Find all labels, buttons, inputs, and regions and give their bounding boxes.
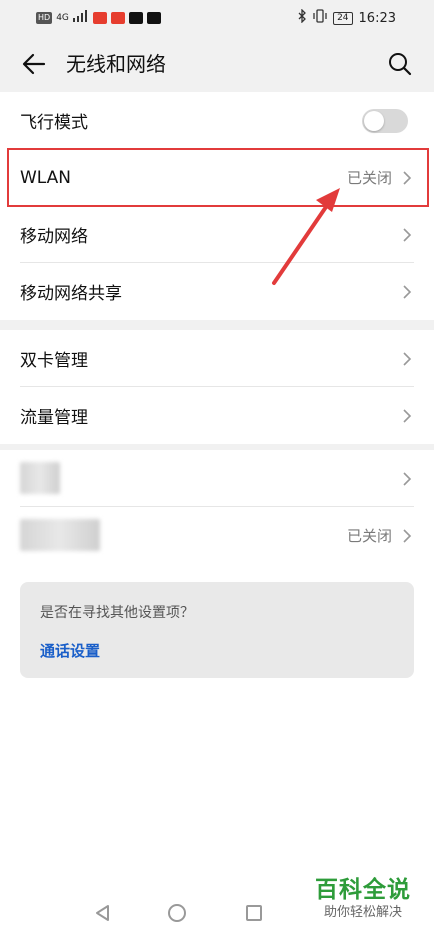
settings-group-other: 已关闭: [0, 450, 434, 938]
settings-group-network: 飞行模式 WLAN 已关闭 移动网络 移动网络共享: [0, 92, 434, 320]
data-usage-row[interactable]: 流量管理: [0, 387, 434, 444]
airplane-mode-label: 飞行模式: [20, 113, 88, 133]
chevron-right-icon: [403, 170, 412, 185]
suggestion-question: 是否在寻找其他设置项？: [40, 605, 194, 621]
tiktok-icon-2: [146, 12, 161, 24]
page-title: 无线和网络: [66, 52, 166, 76]
back-arrow-icon[interactable]: [20, 50, 48, 78]
dual-sim-label: 双卡管理: [20, 351, 88, 371]
mobile-network-row[interactable]: 移动网络: [0, 206, 434, 263]
settings-group-sim: 双卡管理 流量管理: [0, 330, 434, 444]
toggle-knob: [364, 110, 384, 131]
blurred-label: [20, 519, 100, 551]
app-header: 无线和网络: [0, 36, 434, 92]
network-type: 4G: [56, 13, 69, 23]
status-bar: HD 4G 24 16:23: [0, 0, 434, 36]
call-settings-link[interactable]: 通话设置: [40, 640, 100, 661]
vibrate-icon: [313, 9, 327, 27]
nav-back-icon[interactable]: [94, 904, 112, 922]
data-usage-label: 流量管理: [20, 408, 88, 428]
airplane-mode-toggle[interactable]: [362, 108, 408, 133]
chevron-right-icon: [403, 284, 412, 299]
watermark-main: 百科全说: [315, 877, 411, 903]
battery-icon: 24: [333, 11, 353, 25]
chevron-right-icon: [403, 528, 412, 543]
search-icon[interactable]: [386, 50, 414, 78]
tethering-row[interactable]: 移动网络共享: [0, 263, 434, 320]
wlan-row[interactable]: WLAN 已关闭: [0, 149, 434, 206]
item-status: 已关闭: [346, 527, 392, 545]
nav-home-icon[interactable]: [168, 904, 186, 922]
airplane-mode-row[interactable]: 飞行模式: [0, 92, 434, 149]
bluetooth-icon: [297, 8, 307, 27]
chevron-right-icon: [403, 351, 412, 366]
clock: 16:23: [358, 10, 396, 26]
signal-icon: [72, 10, 89, 26]
watermark: 百科全说 助你轻松解决: [304, 876, 422, 932]
mobile-network-label: 移动网络: [20, 227, 88, 247]
dual-sim-row[interactable]: 双卡管理: [0, 330, 434, 387]
blurred-item-row-2[interactable]: 已关闭: [0, 507, 434, 564]
watermark-sub: 助你轻松解决: [323, 905, 402, 920]
tethering-label: 移动网络共享: [20, 284, 122, 304]
chevron-right-icon: [403, 227, 412, 242]
wlan-label: WLAN: [20, 167, 72, 188]
chevron-right-icon: [403, 471, 412, 486]
news-app-icon: [110, 12, 125, 24]
app-notification-icon: [92, 12, 107, 24]
hd-badge: HD: [36, 12, 53, 24]
status-left: HD 4G: [36, 10, 161, 26]
wlan-status: 已关闭: [346, 169, 392, 187]
blurred-label: [20, 462, 60, 494]
tiktok-icon: [128, 12, 143, 24]
suggestion-card: 是否在寻找其他设置项？ 通话设置: [20, 582, 414, 678]
chevron-right-icon: [403, 408, 412, 423]
status-right: 24 16:23: [297, 8, 396, 27]
nav-recents-icon[interactable]: [246, 905, 262, 921]
blurred-item-row[interactable]: [0, 450, 434, 507]
